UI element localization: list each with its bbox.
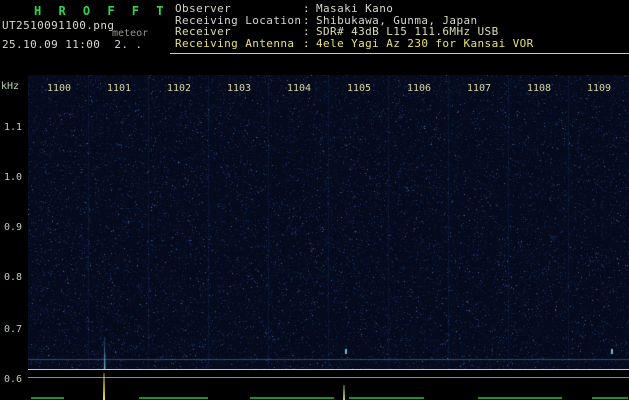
- station-info-row-antenna: Receiving Antenna:4ele Yagi Az 230 for K…: [175, 36, 534, 50]
- x-tick: 1103: [226, 83, 252, 94]
- y-axis-unit: kHz: [1, 81, 20, 92]
- y-tick: 0.7: [4, 324, 23, 335]
- field-colon: :: [303, 36, 311, 50]
- meter-spike: [103, 373, 106, 400]
- datetime-text: 25.10.09 11:00 2. .: [2, 38, 143, 51]
- meter-baseline-segment: [250, 397, 334, 399]
- x-tick: 1109: [586, 83, 612, 94]
- x-tick: 1106: [406, 83, 432, 94]
- app-title: H R O F F T: [34, 4, 169, 18]
- field-value: 4ele Yagi Az 230 for Kansai VOR: [316, 36, 534, 50]
- field-value: Masaki Kano: [316, 2, 394, 15]
- y-tick: 0.6: [4, 374, 23, 385]
- meter-baseline-segment: [592, 397, 628, 399]
- station-info-row-observer: Observer: Masaki Kano: [175, 3, 534, 15]
- field-label: Receiver: [175, 25, 232, 38]
- field-colon: :: [303, 25, 311, 38]
- field-label: Observer: [175, 2, 232, 15]
- meter-baseline-segment: [349, 397, 424, 399]
- x-tick: 1105: [346, 83, 372, 94]
- meter-baseline-segment: [478, 397, 562, 399]
- output-filename: UT2510091100.png: [2, 19, 115, 32]
- hrofft-screen: H R O F F T UT2510091100.png meteor 25.1…: [0, 0, 629, 400]
- y-tick: 0.9: [4, 222, 23, 233]
- x-tick: 1108: [526, 83, 552, 94]
- meter-baseline-segment: [31, 397, 64, 399]
- station-info: Observer: Masaki Kano Receiving Location:…: [175, 3, 534, 49]
- meter-top-line: [28, 369, 629, 370]
- meter-baseline-segment: [139, 397, 208, 399]
- x-tick: 1107: [466, 83, 492, 94]
- station-info-row-receiver: Receiver: SDR# 43dB L15 111.6MHz USB: [175, 26, 534, 38]
- x-tick: 1100: [46, 83, 72, 94]
- meter-mid-line: [28, 377, 629, 378]
- x-tick: 1104: [286, 83, 312, 94]
- y-tick: 1.1: [4, 122, 23, 133]
- spectrogram-canvas: [28, 75, 629, 369]
- field-value: SDR# 43dB L15 111.6MHz USB: [316, 25, 499, 38]
- meter-spike: [343, 385, 346, 400]
- header-divider: [170, 53, 629, 54]
- field-colon: :: [303, 2, 311, 15]
- x-tick: 1102: [166, 83, 192, 94]
- field-label: Receiving Antenna: [175, 36, 295, 50]
- x-tick: 1101: [106, 83, 132, 94]
- y-tick: 0.8: [4, 272, 23, 283]
- y-tick: 1.0: [4, 172, 23, 183]
